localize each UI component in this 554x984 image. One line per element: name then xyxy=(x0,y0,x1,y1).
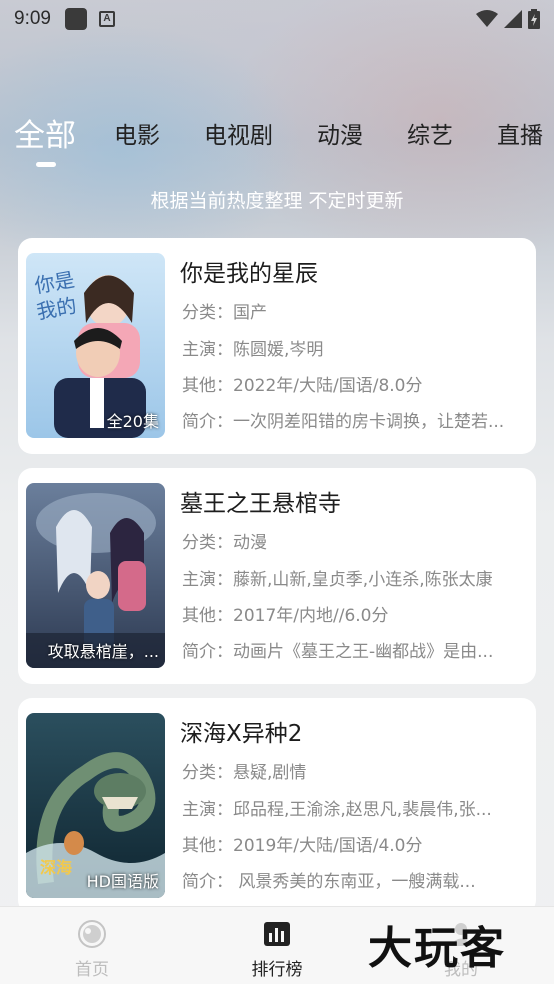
battery-icon xyxy=(528,9,540,29)
tab-all[interactable]: 全部 xyxy=(14,112,76,167)
nav-rank[interactable]: 排行榜 xyxy=(232,919,322,980)
tab-variety[interactable]: 综艺 xyxy=(407,112,453,160)
item-cast: 主演：邱品程,王渝涂,赵思凡,裴晨伟,张... xyxy=(182,800,492,820)
item-category: 分类：动漫 xyxy=(182,533,267,553)
category-tabs: 全部 电影 电视剧 动漫 综艺 直播 xyxy=(14,112,554,172)
nav-home[interactable]: 首页 xyxy=(47,919,137,980)
poster-image: 攻取悬棺崖，... xyxy=(26,483,165,668)
nav-rank-label: 排行榜 xyxy=(251,960,303,980)
episode-badge: 攻取悬棺崖，... xyxy=(47,642,159,661)
svg-text:深海: 深海 xyxy=(40,858,72,877)
ranking-subtitle: 根据当前热度整理 不定时更新 xyxy=(150,190,404,212)
tab-live[interactable]: 直播 xyxy=(497,112,543,160)
episode-badge: 全20集 xyxy=(106,412,159,431)
status-time: 9:09 xyxy=(14,8,51,29)
poster-image: 你是 我的 全20集 xyxy=(26,253,165,438)
ranking-list: 你是 我的 全20集 你是我的星辰 分类：国产 主演：陈圆媛,岑明 其他：202… xyxy=(18,238,536,928)
item-title: 墓王之王悬棺寺 xyxy=(180,491,341,517)
item-category: 分类：国产 xyxy=(182,303,267,323)
list-item[interactable]: 深海 HD国语版 深海X异种2 分类：悬疑,剧情 主演：邱品程,王渝涂,赵思凡,… xyxy=(18,698,536,914)
wifi-icon xyxy=(476,10,498,27)
signal-icon xyxy=(504,10,522,28)
item-other: 其他：2019年/大陆/国语/4.0分 xyxy=(182,836,423,856)
version-badge: HD国语版 xyxy=(86,872,159,891)
home-icon xyxy=(78,920,106,948)
item-cast: 主演：陈圆媛,岑明 xyxy=(182,340,324,360)
item-title: 你是我的星辰 xyxy=(180,261,318,287)
tab-all-label: 全部 xyxy=(14,118,76,154)
active-tab-indicator xyxy=(36,162,56,167)
notification-icon xyxy=(64,8,87,30)
tab-tv-series[interactable]: 电视剧 xyxy=(204,112,273,160)
tab-anime[interactable]: 动漫 xyxy=(317,112,363,160)
watermark-logo: 大玩客 xyxy=(368,923,506,974)
item-other: 其他：2017年/内地//6.0分 xyxy=(182,606,389,626)
status-bar: 9:09 A xyxy=(0,0,554,38)
poster-image: 深海 HD国语版 xyxy=(26,713,165,898)
item-intro: 简介：一次阴差阳错的房卡调换，让楚若... xyxy=(182,412,505,432)
ranking-icon xyxy=(264,922,290,946)
item-category: 分类：悬疑,剧情 xyxy=(182,763,307,783)
item-intro: 简介： 风景秀美的东南亚，一艘满载... xyxy=(182,872,476,892)
item-cast: 主演：藤新,山新,皇贞季,小连杀,陈张太康 xyxy=(182,570,493,590)
nav-home-label: 首页 xyxy=(75,960,109,980)
item-intro: 简介：动画片《墓王之王-幽都战》是由... xyxy=(182,642,494,662)
tab-movie[interactable]: 电影 xyxy=(114,112,160,160)
list-item[interactable]: 攻取悬棺崖，... 墓王之王悬棺寺 分类：动漫 主演：藤新,山新,皇贞季,小连杀… xyxy=(18,468,536,684)
app-notification-icon: A xyxy=(98,11,115,27)
list-item[interactable]: 你是 我的 全20集 你是我的星辰 分类：国产 主演：陈圆媛,岑明 其他：202… xyxy=(18,238,536,454)
item-title: 深海X异种2 xyxy=(180,721,303,747)
item-other: 其他：2022年/大陆/国语/8.0分 xyxy=(182,376,423,396)
